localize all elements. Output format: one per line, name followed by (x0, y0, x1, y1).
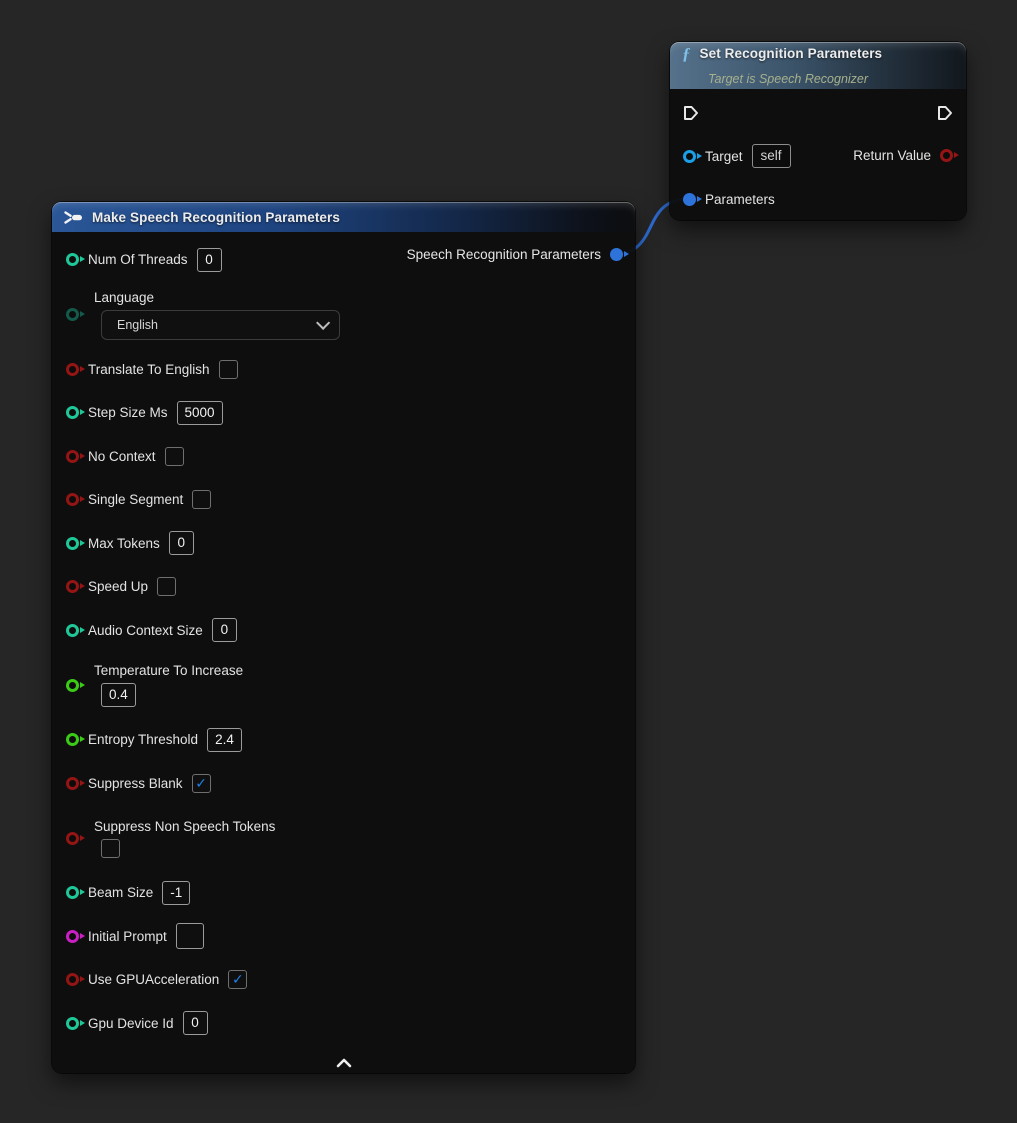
make-node-title: Make Speech Recognition Parameters (92, 210, 340, 225)
num-of-threads-input[interactable]: 0 (197, 248, 222, 272)
pin-label: Num Of Threads (88, 252, 188, 267)
pin-row-entropy-threshold: Entropy Threshold 2.4 (52, 718, 635, 762)
audio-context-size-input[interactable]: 0 (212, 618, 237, 642)
pin-label: Temperature To Increase (94, 663, 243, 678)
pin-label: No Context (88, 449, 156, 464)
single-segment-pin[interactable] (66, 493, 79, 506)
pin-row-initial-prompt: Initial Prompt (52, 915, 635, 959)
pin-label: Max Tokens (88, 536, 160, 551)
gpu-device-id-input[interactable]: 0 (183, 1011, 208, 1035)
output-pin-label: Speech Recognition Parameters (407, 247, 601, 262)
make-struct-icon (64, 211, 83, 224)
pin-row-gpu-device-id: Gpu Device Id 0 (52, 1002, 635, 1046)
output-pin-row: Speech Recognition Parameters (407, 243, 623, 265)
language-pin[interactable] (66, 308, 79, 321)
pin-row-audio-context-size: Audio Context Size 0 (52, 609, 635, 653)
pin-label: Gpu Device Id (88, 1016, 174, 1031)
max-tokens-input[interactable]: 0 (169, 531, 194, 555)
max-tokens-pin[interactable] (66, 537, 79, 550)
target-input-pin[interactable] (683, 150, 696, 163)
step-size-ms-pin[interactable] (66, 406, 79, 419)
pin-row-single-segment: Single Segment (52, 478, 635, 522)
initial-prompt-pin[interactable] (66, 930, 79, 943)
chevron-up-icon[interactable] (335, 1057, 353, 1069)
pin-row-suppress-blank: Suppress Blank ✓ (52, 762, 635, 806)
translate-to-english-pin[interactable] (66, 363, 79, 376)
entropy-threshold-pin[interactable] (66, 733, 79, 746)
pin-label: Suppress Non Speech Tokens (94, 819, 275, 834)
target-self-box[interactable]: self (752, 144, 791, 168)
return-value-pin-row: Return Value (853, 144, 953, 166)
pin-label: Entropy Threshold (88, 732, 198, 747)
pin-row-max-tokens: Max Tokens 0 (52, 522, 635, 566)
use-gpuacceleration-pin[interactable] (66, 973, 79, 986)
single-segment-checkbox[interactable] (192, 490, 211, 509)
pin-row-translate-to-english: Translate To English (52, 348, 635, 392)
exec-output-pin[interactable] (937, 105, 953, 121)
beam-size-pin[interactable] (66, 886, 79, 899)
step-size-ms-input[interactable]: 5000 (177, 401, 223, 425)
make-pin-rows: Num Of Threads 0 Language English Translate … (52, 232, 635, 1045)
pin-label: Step Size Ms (88, 405, 168, 420)
dropdown-selected-value: English (117, 318, 158, 332)
pin-row-no-context: No Context (52, 435, 635, 479)
translate-to-english-checkbox[interactable] (219, 360, 238, 379)
pin-label: Single Segment (88, 492, 183, 507)
make-speech-recognition-parameters-node[interactable]: Make Speech Recognition Parameters Speec… (52, 202, 635, 1073)
speed-up-checkbox[interactable] (157, 577, 176, 596)
num-of-threads-pin[interactable] (66, 253, 79, 266)
suppress-blank-checkbox[interactable]: ✓ (192, 774, 211, 793)
target-pin-label: Target (705, 149, 743, 164)
pin-label: Use GPUAcceleration (88, 972, 219, 987)
pin-label: Speed Up (88, 579, 148, 594)
exec-input-pin[interactable] (683, 105, 699, 121)
set-node-header[interactable]: ƒ Set Recognition Parameters Target is S… (670, 42, 966, 89)
temperature-to-increase-pin[interactable] (66, 679, 79, 692)
temperature-to-increase-input[interactable]: 0.4 (101, 683, 136, 707)
speech-recognition-parameters-output-pin[interactable] (610, 248, 623, 261)
return-value-label: Return Value (853, 148, 931, 163)
suppress-non-speech-tokens-pin[interactable] (66, 832, 79, 845)
gpu-device-id-pin[interactable] (66, 1017, 79, 1030)
blueprint-canvas[interactable]: Make Speech Recognition Parameters Speec… (0, 0, 1017, 1123)
audio-context-size-pin[interactable] (66, 624, 79, 637)
language-dropdown[interactable]: English (101, 310, 340, 340)
pin-row-suppress-non-speech-tokens: Suppress Non Speech Tokens (52, 805, 635, 871)
pin-row-beam-size: Beam Size -1 (52, 871, 635, 915)
set-recognition-parameters-node[interactable]: ƒ Set Recognition Parameters Target is S… (670, 42, 966, 220)
pin-label: Initial Prompt (88, 929, 167, 944)
set-node-title: Set Recognition Parameters (700, 46, 883, 61)
function-icon: ƒ (682, 45, 691, 62)
pin-row-step-size-ms: Step Size Ms 5000 (52, 391, 635, 435)
suppress-blank-pin[interactable] (66, 777, 79, 790)
pin-label: Translate To English (88, 362, 210, 377)
set-node-subtitle: Target is Speech Recognizer (708, 72, 868, 86)
pin-label: Beam Size (88, 885, 153, 900)
entropy-threshold-input[interactable]: 2.4 (207, 728, 242, 752)
use-gpuacceleration-checkbox[interactable]: ✓ (228, 970, 247, 989)
parameters-pin-row: Parameters (683, 188, 775, 210)
beam-size-input[interactable]: -1 (162, 881, 190, 905)
pin-row-use-gpuacceleration: Use GPUAcceleration ✓ (52, 958, 635, 1002)
pin-label: Suppress Blank (88, 776, 183, 791)
no-context-pin[interactable] (66, 450, 79, 463)
pin-row-temperature-to-increase: Temperature To Increase 0.4 (52, 652, 635, 718)
suppress-non-speech-tokens-checkbox[interactable] (101, 839, 120, 858)
pin-row-speed-up: Speed Up (52, 565, 635, 609)
pin-row-language: Language English (52, 282, 635, 348)
parameters-input-pin[interactable] (683, 193, 696, 206)
pin-label: Language (94, 290, 154, 305)
initial-prompt-input[interactable] (176, 923, 204, 949)
no-context-checkbox[interactable] (165, 447, 184, 466)
return-value-output-pin[interactable] (940, 149, 953, 162)
speed-up-pin[interactable] (66, 580, 79, 593)
pin-label: Audio Context Size (88, 623, 203, 638)
parameters-pin-label: Parameters (705, 192, 775, 207)
chevron-down-icon (316, 315, 330, 329)
target-pin-row: Target self (683, 143, 791, 169)
make-node-header[interactable]: Make Speech Recognition Parameters (52, 202, 635, 232)
